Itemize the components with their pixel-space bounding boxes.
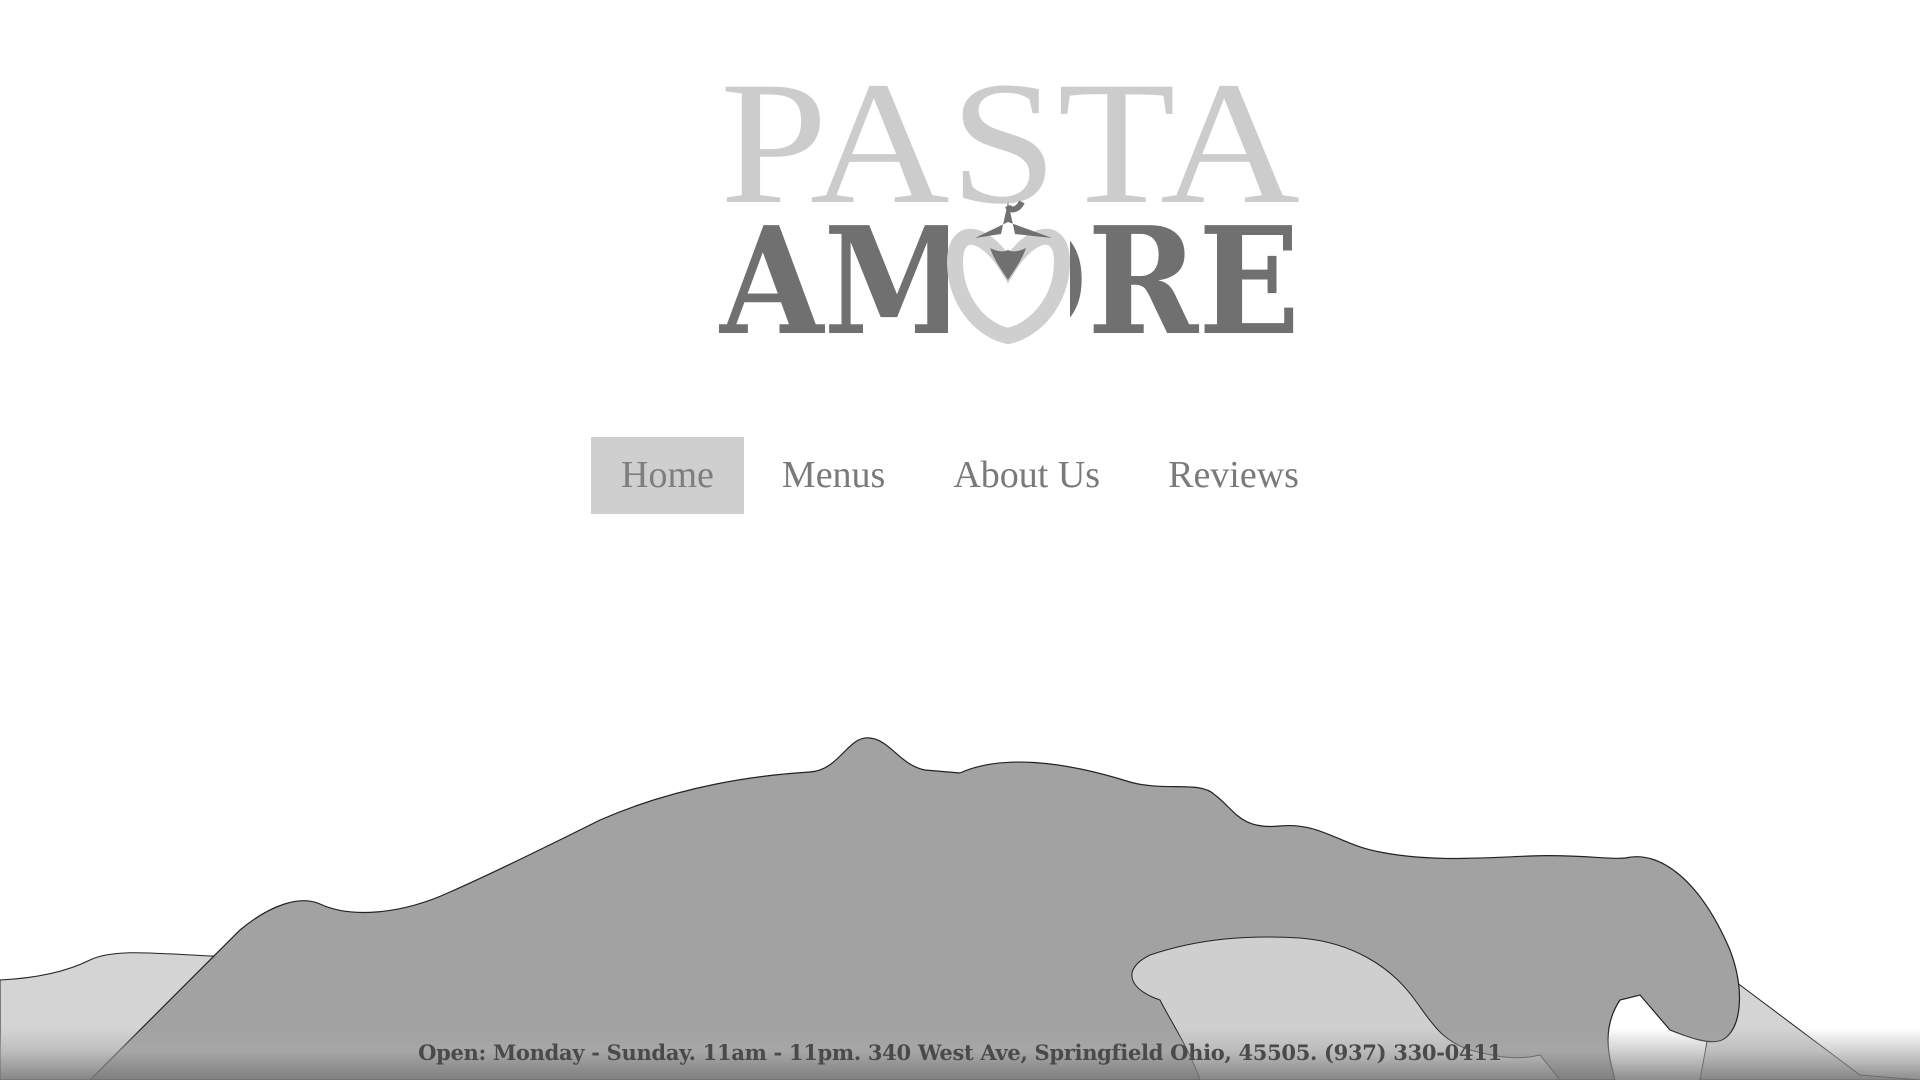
main-nav: Home Menus About Us Reviews — [0, 437, 1920, 514]
heart-icon — [946, 210, 1071, 345]
nav-menus[interactable]: Menus — [752, 437, 915, 514]
footer-hours-address: Open: Monday - Sunday. 11am - 11pm. 340 … — [418, 1040, 1502, 1065]
nav-about-us[interactable]: About Us — [923, 437, 1130, 514]
mountain-illustration — [0, 700, 1920, 1080]
nav-reviews[interactable]: Reviews — [1138, 437, 1329, 514]
pasta-amore-logo[interactable]: PASTA AMORE — [0, 0, 1920, 360]
nav-home[interactable]: Home — [591, 437, 744, 514]
